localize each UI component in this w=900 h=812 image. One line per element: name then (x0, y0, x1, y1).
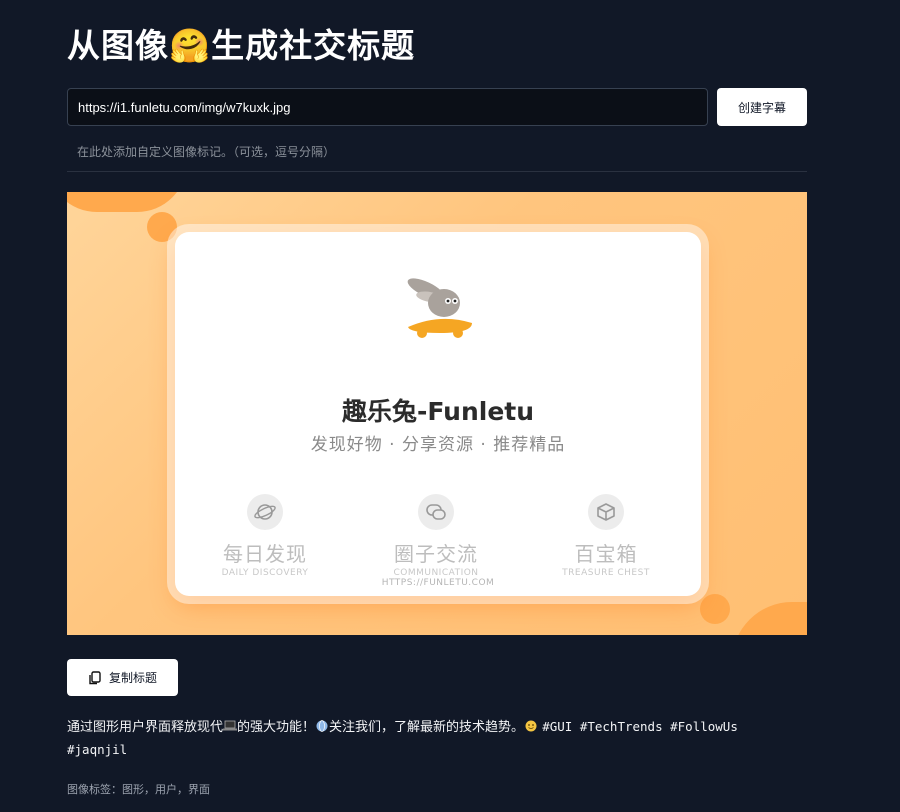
create-caption-button[interactable]: 创建字幕 (717, 88, 807, 126)
smile-emoji-icon (525, 720, 537, 732)
rabbit-logo-icon (407, 278, 472, 338)
planet-icon (247, 494, 283, 530)
globe-emoji-icon (316, 720, 328, 732)
custom-tags-input[interactable] (67, 140, 807, 172)
decor-blob (732, 602, 807, 635)
copy-title-button[interactable]: 复制标题 (67, 659, 178, 696)
image-preview: 趣乐兔-Funletu 发现好物 · 分享资源 · 推荐精品 每日发现 DAIL… (67, 192, 807, 635)
caption-text: 的强大功能！ (237, 720, 316, 735)
copy-icon (89, 670, 101, 684)
decor-blob (67, 192, 187, 212)
url-row: 创建字幕 (67, 88, 807, 126)
feature-communication: 圈子交流 COMMUNICATION (366, 494, 506, 578)
feature-title: 每日发现 (223, 542, 307, 566)
feature-title: 圈子交流 (394, 542, 478, 566)
feature-subtitle: COMMUNICATION (393, 568, 479, 578)
chat-bubbles-icon (418, 494, 454, 530)
box-icon (588, 494, 624, 530)
page-title: 从图像🤗生成社交标题 (67, 26, 416, 65)
generated-caption: 通过图形用户界面释放现代 的强大功能！ 关注我们，了解最新的技术趋势。 #GUI #… (67, 716, 767, 762)
laptop-emoji-icon (223, 720, 238, 731)
decor-blob (147, 212, 177, 242)
copy-title-label: 复制标题 (108, 671, 157, 685)
feature-title: 百宝箱 (574, 542, 638, 566)
caption-hashtags: #GUI #TechTrends #FollowUs (542, 719, 738, 734)
brand-slogan: 发现好物 · 分享资源 · 推荐精品 (310, 435, 566, 455)
decor-blob (700, 594, 730, 624)
caption-hashtags: #jaqnjil (67, 742, 128, 757)
image-url-input[interactable] (67, 88, 708, 126)
feature-subtitle: TREASURE CHEST (562, 568, 650, 578)
brand-name: 趣乐兔-Funletu (341, 397, 535, 426)
caption-text: 通过图形用户界面释放现代 (67, 720, 224, 735)
card-url: HTTPS://FUNLETU.COM (381, 578, 495, 588)
caption-text: 关注我们，了解最新的技术趋势。 (329, 720, 525, 735)
image-tags: 图像标签：图形，用户，界面 (67, 783, 210, 796)
feature-subtitle: DAILY DISCOVERY (221, 568, 309, 578)
feature-treasure-chest: 百宝箱 TREASURE CHEST (536, 494, 676, 578)
feature-daily-discovery: 每日发现 DAILY DISCOVERY (195, 494, 335, 578)
preview-card: 趣乐兔-Funletu 发现好物 · 分享资源 · 推荐精品 每日发现 DAIL… (175, 232, 701, 596)
